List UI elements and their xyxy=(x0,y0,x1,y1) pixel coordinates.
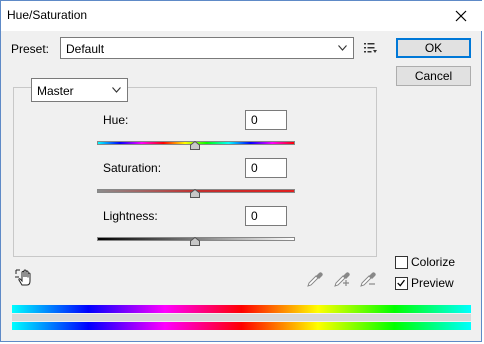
targeted-adjustment-hand-icon[interactable] xyxy=(15,268,35,288)
lightness-slider-thumb[interactable] xyxy=(190,237,200,246)
saturation-input[interactable]: 0 xyxy=(245,158,287,178)
preview-checkbox[interactable] xyxy=(395,277,408,290)
lightness-input[interactable]: 0 xyxy=(245,206,287,226)
color-range-bar[interactable] xyxy=(12,314,471,321)
colorize-label: Colorize xyxy=(411,255,456,269)
ok-button-label: OK xyxy=(424,41,443,55)
close-icon xyxy=(455,10,467,22)
hue-slider-thumb[interactable] xyxy=(190,141,200,150)
saturation-label: Saturation: xyxy=(103,161,162,175)
hue-label: Hue: xyxy=(103,113,129,127)
hue-saturation-dialog: Hue/Saturation Preset: Default OK Cancel… xyxy=(0,0,483,342)
cancel-button-label: Cancel xyxy=(414,69,453,83)
check-icon xyxy=(397,279,405,287)
colorize-checkbox[interactable] xyxy=(395,256,408,269)
channel-value: Master xyxy=(37,84,74,98)
ok-button[interactable]: OK xyxy=(396,38,471,58)
saturation-slider-thumb[interactable] xyxy=(190,189,200,198)
lightness-label: Lightness: xyxy=(103,209,158,223)
eyedropper-icon[interactable] xyxy=(306,270,324,288)
cancel-button[interactable]: Cancel xyxy=(396,66,471,86)
preset-options-icon[interactable] xyxy=(364,42,378,54)
preview-label: Preview xyxy=(411,276,454,290)
title-bar: Hue/Saturation xyxy=(1,1,483,31)
channel-dropdown[interactable]: Master xyxy=(31,78,128,102)
chevron-down-icon xyxy=(338,45,347,51)
chevron-down-icon xyxy=(112,87,121,93)
adjustment-group xyxy=(13,87,377,257)
input-color-bar xyxy=(12,305,471,313)
window-title: Hue/Saturation xyxy=(7,8,88,22)
hue-input[interactable]: 0 xyxy=(245,110,287,130)
preset-dropdown[interactable]: Default xyxy=(60,37,354,59)
preset-value: Default xyxy=(66,42,105,56)
close-button[interactable] xyxy=(439,1,483,31)
output-color-bar xyxy=(12,322,471,330)
preset-label: Preset: xyxy=(11,42,50,56)
subtract-from-sample-eyedropper-icon[interactable] xyxy=(359,270,377,288)
add-to-sample-eyedropper-icon[interactable] xyxy=(333,270,351,288)
